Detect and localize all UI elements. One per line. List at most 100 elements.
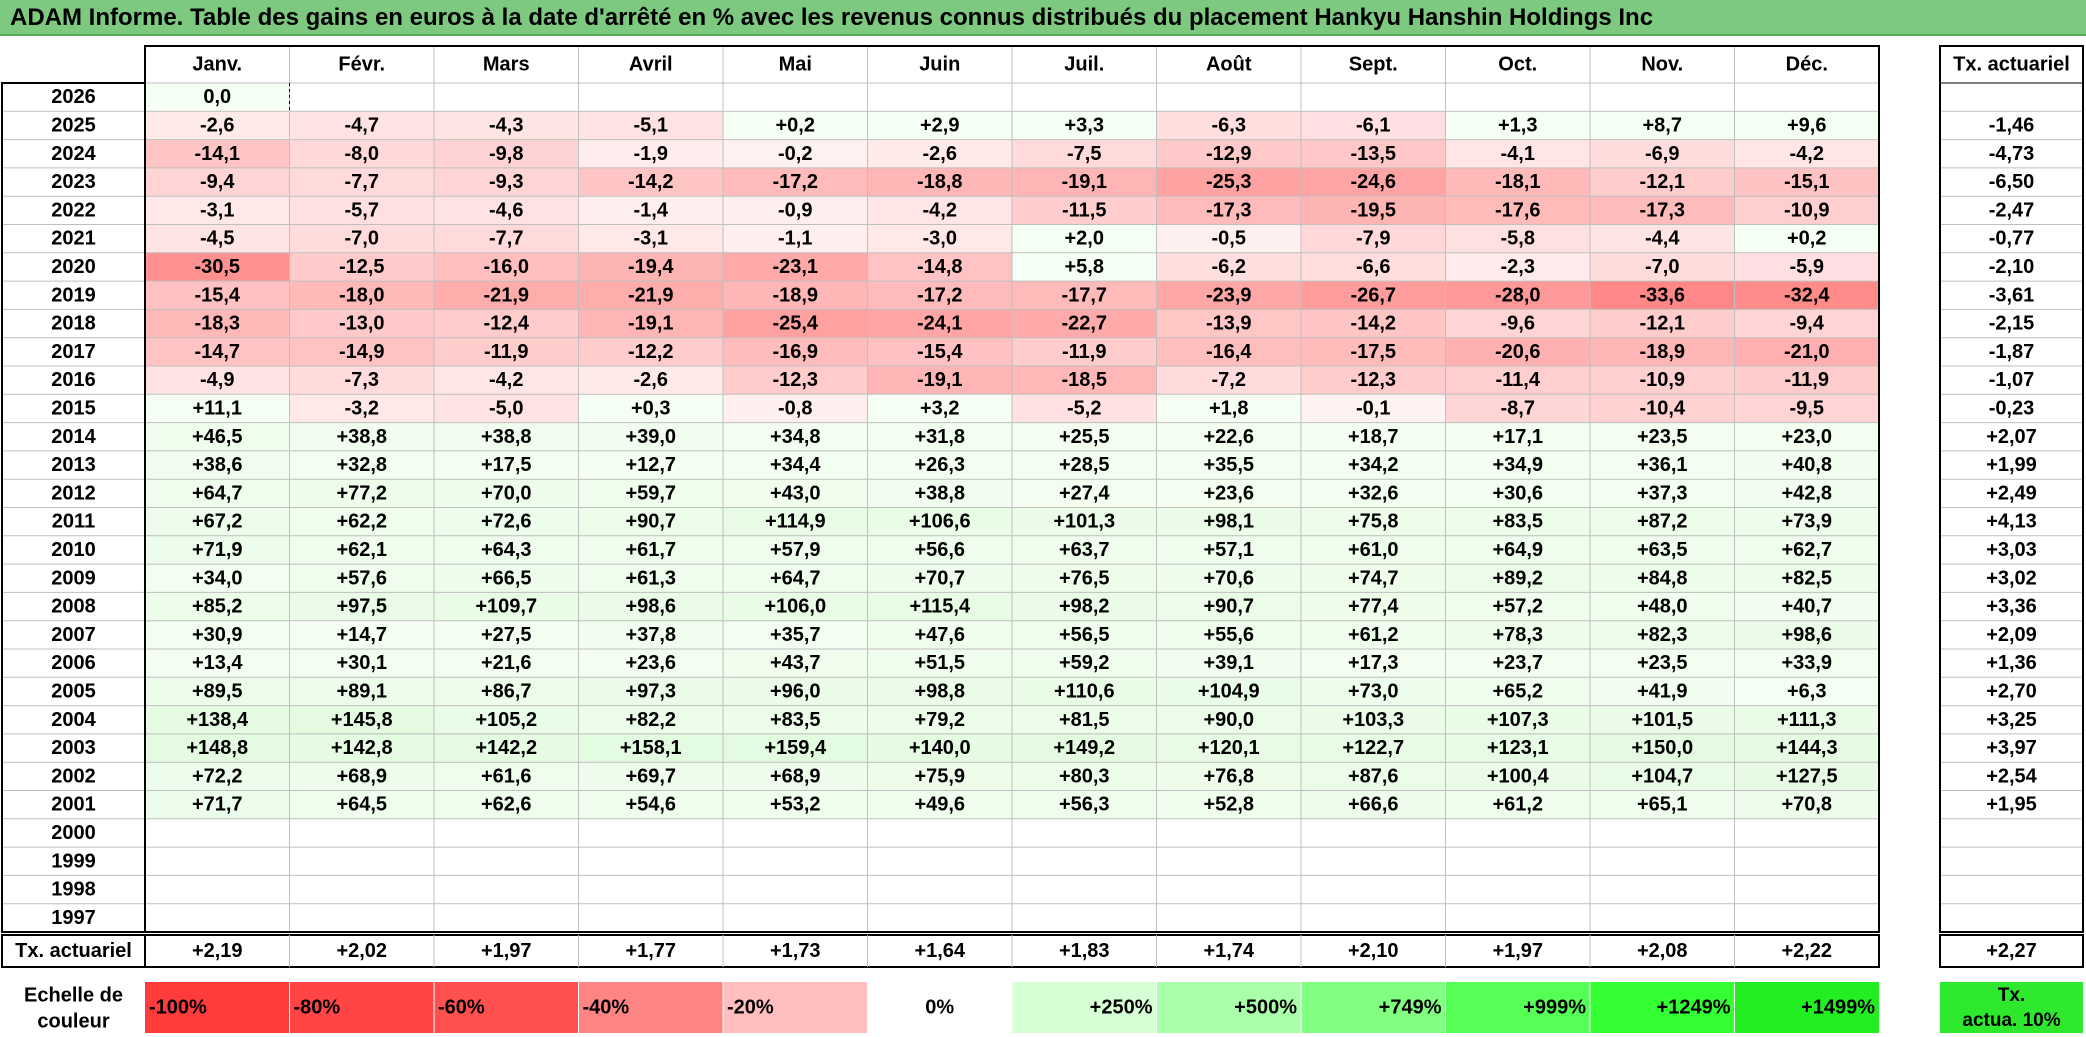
cell-value: +120,1 [1198,737,1260,759]
cell-value: +83,5 [770,709,821,731]
footer-value: +1,83 [1059,940,1110,962]
cell-value: +48,0 [1637,596,1688,618]
year-label: 1998 [51,879,96,901]
cell-value: +0,2 [1787,228,1826,250]
annual-value: +1,36 [1986,652,2037,674]
cell-value: -13,5 [1350,143,1396,165]
cell-value: -26,7 [1350,284,1396,306]
cell-value: -10,9 [1639,369,1685,391]
cell-value: -0,8 [778,397,812,419]
year-label: 2011 [52,511,95,533]
cell-value: +144,3 [1776,737,1838,759]
year-label: 2003 [51,737,96,759]
cell-value: +8,7 [1643,114,1682,136]
cell-value: +66,5 [481,567,532,589]
cell-value: -19,1 [917,369,963,391]
cell-value: -16,0 [483,256,529,278]
cell-value: -17,3 [1206,199,1252,221]
year-label: 2012 [51,482,96,504]
cell-value: +3,3 [1065,114,1104,136]
cell-value: +122,7 [1342,737,1404,759]
cell-value: +98,1 [1203,511,1254,533]
month-header: Févr. [338,54,385,76]
cell-value: +70,7 [914,567,965,589]
cell-value: +12,7 [625,454,676,476]
cell-value: +158,1 [620,737,682,759]
footer-value: +2,10 [1348,940,1399,962]
cell-value: +40,7 [1781,596,1832,618]
cell-value: +17,1 [1492,426,1543,448]
cell-value: +62,6 [481,794,532,816]
footer-value: +1,97 [481,940,532,962]
cell-value: -7,0 [345,228,379,250]
cell-value: +17,5 [481,454,532,476]
scale-label: couleur [37,1011,109,1033]
cell-value: +73,9 [1781,511,1832,533]
cell-value: +11,1 [192,397,242,419]
cell-value: -2,3 [1501,256,1535,278]
cell-value: +30,1 [336,652,387,674]
year-label: 2007 [51,624,96,646]
year-label: 1997 [51,907,96,929]
cell-value: -1,4 [634,199,669,221]
year-label: 2009 [51,567,96,589]
cell-value: -6,2 [1212,256,1246,278]
cell-value: +150,0 [1631,737,1693,759]
cell-value: +104,9 [1198,680,1260,702]
annual-value: -1,07 [1989,369,2035,391]
cell-value: +89,5 [192,680,243,702]
cell-value: +159,4 [764,737,827,759]
cell-value: +62,7 [1781,539,1832,561]
cell-value: +40,8 [1781,454,1832,476]
cell-value: +51,5 [914,652,965,674]
cell-value: +106,0 [764,596,826,618]
cell-value: -25,4 [772,313,818,335]
cell-value: -21,0 [1784,341,1830,363]
year-label: 2014 [51,426,96,448]
footer-value: +2,22 [1781,940,1832,962]
cell-value: +90,7 [1203,596,1254,618]
cell-value: +68,9 [336,765,387,787]
cell-value: +77,4 [1348,596,1399,618]
cell-value: +47,6 [914,624,965,646]
cell-value: +27,4 [1059,482,1110,504]
cell-value: +103,3 [1342,709,1404,731]
cell-value: +123,1 [1487,737,1549,759]
cell-value: +1,8 [1209,397,1248,419]
cell-value: +127,5 [1776,765,1838,787]
cell-value: +142,2 [475,737,537,759]
cell-value: +81,5 [1059,709,1110,731]
cell-value: -23,9 [1206,284,1252,306]
cell-value: +89,2 [1492,567,1543,589]
cell-value: -10,9 [1784,199,1830,221]
cell-value: +77,2 [336,482,387,504]
cell-value: +67,2 [192,511,243,533]
annual-value: +3,97 [1986,737,2037,759]
cell-value: -1,1 [778,228,812,250]
cell-value: +82,2 [625,709,676,731]
cell-value: +84,8 [1637,567,1688,589]
cell-value: +101,5 [1631,709,1693,731]
cell-value: -5,1 [634,114,668,136]
cell-value: +38,8 [481,426,532,448]
cell-value: +64,9 [1492,539,1543,561]
cell-value: +87,6 [1348,765,1399,787]
cell-value: +27,5 [481,624,532,646]
cell-value: -4,6 [489,199,523,221]
cell-value: +82,3 [1637,624,1688,646]
cell-value: +105,2 [475,709,537,731]
cell-value: -7,3 [345,369,379,391]
cell-value: +0,2 [776,114,815,136]
cell-value: +43,7 [770,652,821,674]
annual-value: +3,02 [1986,567,2037,589]
year-label: 2016 [51,369,96,391]
cell-value: +70,6 [1203,567,1254,589]
cell-value: -17,5 [1350,341,1396,363]
cell-value: +23,6 [1203,482,1254,504]
cell-value: +111,3 [1777,709,1837,731]
cell-value: -4,1 [1501,143,1535,165]
annual-value: +1,95 [1986,794,2037,816]
cell-value: -4,4 [1645,228,1680,250]
cell-value: -2,6 [200,114,234,136]
cell-value: +145,8 [331,709,393,731]
